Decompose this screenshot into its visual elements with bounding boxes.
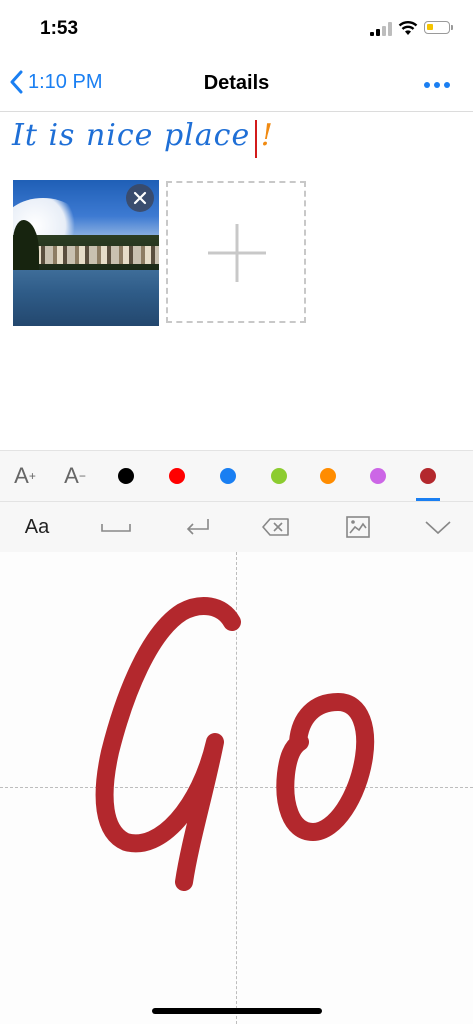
decrease-font-button[interactable]: A −	[60, 451, 90, 501]
color-swatch-2[interactable]	[162, 451, 192, 501]
wifi-icon	[398, 21, 418, 35]
space-icon	[101, 524, 131, 532]
text-cursor	[255, 120, 257, 158]
color-dot	[169, 468, 185, 484]
close-icon	[133, 191, 147, 205]
delete-button[interactable]	[258, 502, 294, 552]
increase-font-button[interactable]: A +	[10, 451, 40, 501]
return-button[interactable]	[180, 502, 216, 552]
color-swatch-6[interactable]	[363, 451, 393, 501]
plus-icon	[208, 224, 266, 282]
image-icon	[346, 516, 370, 538]
color-swatch-5[interactable]	[313, 451, 343, 501]
collapse-keyboard-button[interactable]	[420, 502, 456, 552]
handwriting-canvas[interactable]	[0, 552, 473, 1024]
more-options-icon[interactable]	[424, 82, 450, 88]
home-indicator	[152, 1008, 322, 1014]
color-dot	[220, 468, 236, 484]
color-swatch-1[interactable]	[111, 451, 141, 501]
return-icon	[186, 519, 209, 535]
page-title: Details	[203, 72, 270, 94]
cellular-signal-icon	[370, 22, 392, 36]
note-exclamation: !	[260, 118, 274, 153]
color-dot	[320, 468, 336, 484]
color-dot	[118, 468, 134, 484]
backspace-icon	[262, 518, 289, 536]
color-dot	[271, 468, 287, 484]
input-toolbar: Aa	[0, 501, 473, 553]
status-bar: 1:53	[0, 0, 473, 56]
color-swatch-4[interactable]	[264, 451, 294, 501]
battery-icon	[424, 21, 453, 34]
color-dot	[420, 468, 436, 484]
chevron-down-icon	[425, 521, 451, 535]
add-attachment-button[interactable]	[166, 181, 306, 323]
pen-toolbar: A + A −	[0, 450, 473, 501]
note-text[interactable]: It is nice place !	[12, 118, 274, 153]
status-time: 1:53	[40, 18, 79, 39]
navigation-bar: 1:10 PM Details	[0, 56, 473, 112]
color-swatch-7[interactable]	[413, 451, 443, 501]
color-swatch-3[interactable]	[213, 451, 243, 501]
remove-photo-button[interactable]	[126, 184, 154, 212]
space-button[interactable]	[98, 502, 134, 552]
insert-image-button[interactable]	[340, 502, 376, 552]
color-dot	[370, 468, 386, 484]
handwriting-strokes	[95, 597, 375, 891]
note-text-content: It is nice place	[12, 118, 251, 153]
text-input-mode-button[interactable]: Aa	[22, 502, 52, 552]
